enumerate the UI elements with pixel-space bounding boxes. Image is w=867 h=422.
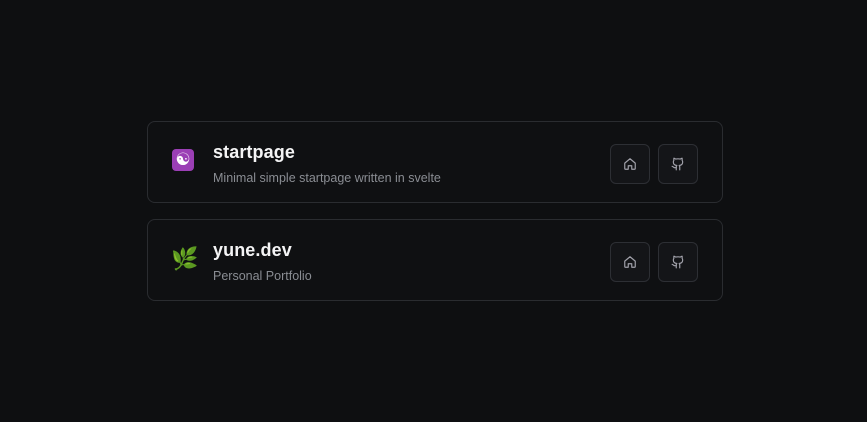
homepage-button[interactable] (610, 242, 650, 282)
project-actions (610, 144, 698, 184)
home-icon (624, 256, 636, 268)
project-actions (610, 242, 698, 282)
herb-emoji-icon: 🌿 (171, 247, 199, 272)
github-icon (671, 255, 684, 269)
project-card-yune-dev: 🌿 yune.dev Personal Portfolio (147, 219, 723, 301)
github-button[interactable] (658, 144, 698, 184)
project-description: Minimal simple startpage written in svel… (213, 171, 441, 185)
yin-yang-emoji-icon: ☯ (172, 149, 194, 171)
github-icon (671, 157, 684, 171)
home-icon (624, 158, 636, 170)
homepage-button[interactable] (610, 144, 650, 184)
project-title: startpage (213, 142, 295, 162)
project-description: Personal Portfolio (213, 269, 312, 283)
page: ☯ startpage Minimal simple startpage wri… (0, 0, 867, 422)
github-button[interactable] (658, 242, 698, 282)
project-list: ☯ startpage Minimal simple startpage wri… (147, 121, 723, 317)
project-title: yune.dev (213, 240, 292, 260)
project-card-startpage: ☯ startpage Minimal simple startpage wri… (147, 121, 723, 203)
